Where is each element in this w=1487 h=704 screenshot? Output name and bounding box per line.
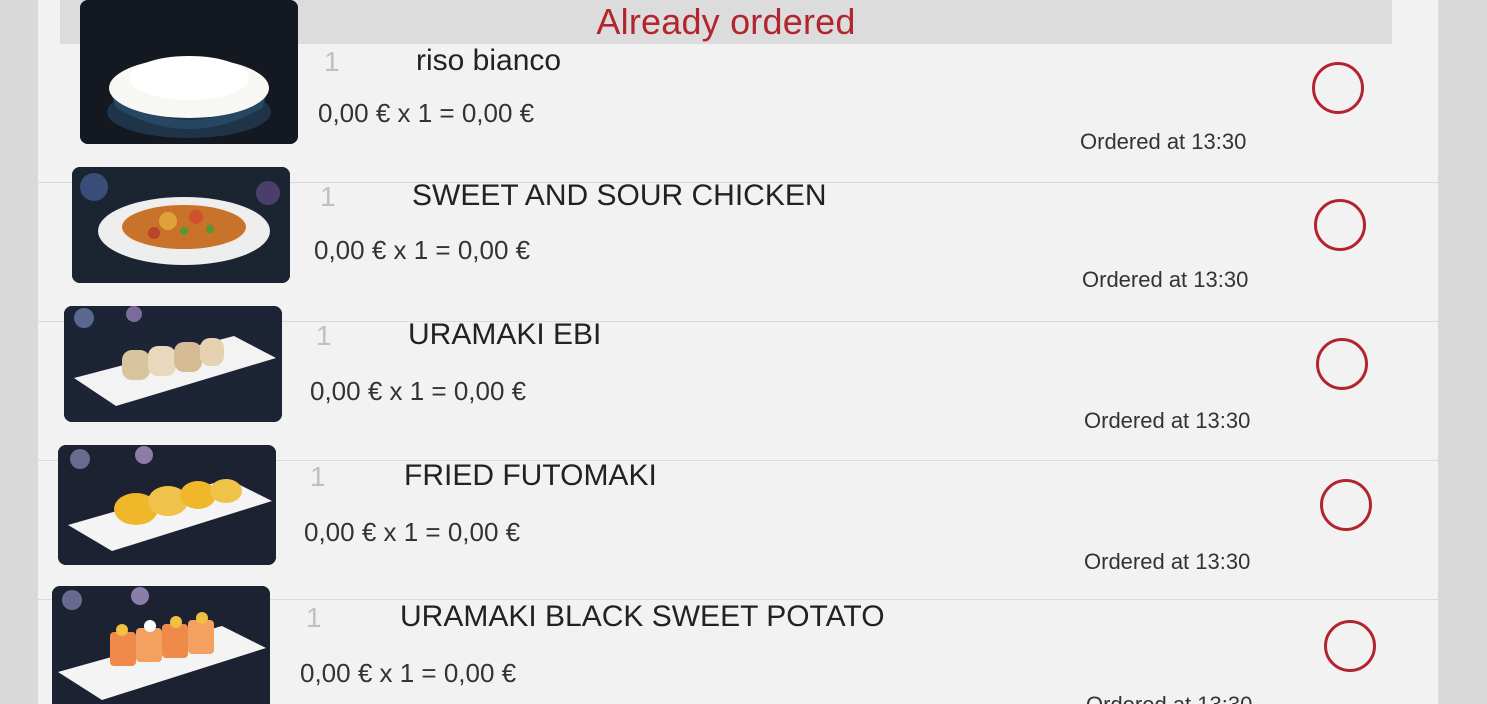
- item-price-line: 0,00 € x 1 = 0,00 €: [318, 98, 535, 128]
- item-ordered-time: Ordered at 13:30: [1084, 408, 1251, 433]
- page-title: Already ordered: [596, 1, 856, 42]
- order-screen: Already ordered 1 riso bianco 0,00 € x 1…: [38, 0, 1438, 704]
- item-select-checkbox[interactable]: [1316, 338, 1368, 390]
- order-item-uramaki-ebi: 1 URAMAKI EBI 0,00 € x 1 = 0,00 € Ordere…: [38, 306, 1438, 461]
- order-item-sweet-and-sour-chicken: 1 SWEET AND SOUR CHICKEN 0,00 € x 1 = 0,…: [38, 167, 1438, 322]
- item-select-checkbox[interactable]: [1314, 199, 1366, 251]
- item-select-checkbox[interactable]: [1324, 620, 1376, 672]
- item-quantity: 1: [310, 461, 326, 492]
- item-ordered-time: Ordered at 13:30: [1086, 692, 1252, 704]
- rice-bowl-image: [80, 0, 298, 144]
- item-select-checkbox[interactable]: [1320, 479, 1372, 531]
- item-price-line: 0,00 € x 1 = 0,00 €: [300, 658, 517, 688]
- item-price-line: 0,00 € x 1 = 0,00 €: [304, 517, 521, 547]
- item-ordered-time: Ordered at 13:30: [1084, 549, 1251, 574]
- item-ordered-time: Ordered at 13:30: [1080, 129, 1247, 154]
- item-price-line: 0,00 € x 1 = 0,00 €: [310, 376, 527, 406]
- order-item-riso-bianco: 1 riso bianco 0,00 € x 1 = 0,00 € Ordere…: [38, 0, 1438, 183]
- order-item-fried-futomaki: 1 FRIED FUTOMAKI 0,00 € x 1 = 0,00 € Ord…: [38, 445, 1438, 600]
- item-name: URAMAKI BLACK SWEET POTATO: [400, 600, 885, 633]
- salmon-sushi-plate-image: [52, 586, 270, 704]
- item-name: SWEET AND SOUR CHICKEN: [412, 179, 827, 212]
- item-select-checkbox[interactable]: [1312, 62, 1364, 114]
- order-item-uramaki-black-sweet-potato: 1 URAMAKI BLACK SWEET POTATO 0,00 € x 1 …: [38, 586, 1438, 704]
- item-quantity: 1: [316, 320, 332, 351]
- fried-sushi-plate-image: [58, 445, 276, 565]
- sushi-plate-image: [64, 306, 282, 422]
- chicken-bowl-image: [72, 167, 290, 283]
- item-name: URAMAKI EBI: [408, 318, 602, 351]
- item-name: riso bianco: [416, 44, 562, 77]
- item-name: FRIED FUTOMAKI: [404, 459, 657, 492]
- item-quantity: 1: [320, 181, 336, 212]
- item-quantity: 1: [306, 602, 322, 633]
- item-ordered-time: Ordered at 13:30: [1082, 267, 1249, 292]
- item-quantity: 1: [324, 46, 340, 77]
- ordered-items-list[interactable]: 1 riso bianco 0,00 € x 1 = 0,00 € Ordere…: [38, 0, 1438, 704]
- item-price-line: 0,00 € x 1 = 0,00 €: [314, 235, 531, 265]
